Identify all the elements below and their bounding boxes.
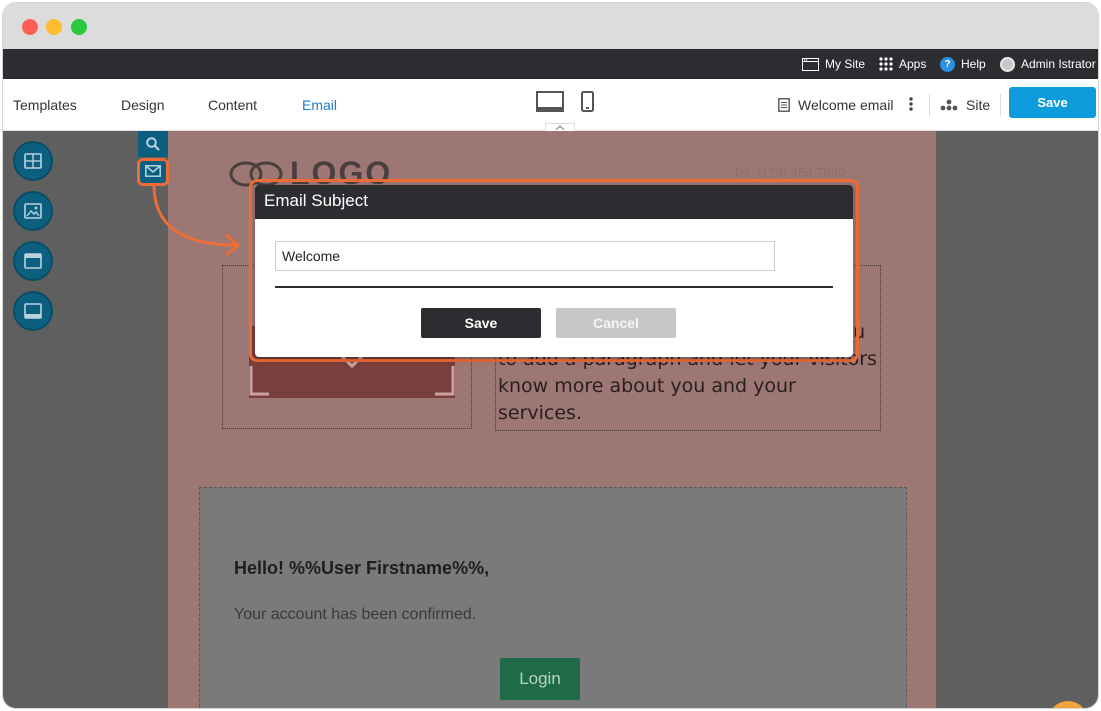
search-tool-button[interactable]	[138, 131, 168, 157]
apps-link[interactable]: Apps	[879, 49, 926, 79]
layout-tool-button[interactable]	[13, 141, 53, 181]
dialog-divider	[275, 286, 833, 288]
grid-icon	[879, 57, 893, 71]
help-label: Help	[961, 57, 986, 71]
page-selector[interactable]: Welcome email	[778, 79, 893, 131]
pointer-arrow-icon	[152, 184, 241, 257]
document-icon	[778, 98, 790, 112]
save-button[interactable]: Save	[1009, 87, 1096, 118]
email-subject-input[interactable]	[275, 241, 775, 271]
site-menu[interactable]: Site	[940, 79, 990, 131]
window-titlebar	[3, 3, 1098, 49]
image-tool-button[interactable]	[13, 191, 53, 231]
header-tool-button[interactable]	[13, 241, 53, 281]
editor-toolbar: Templates Design Content Email Welcome e…	[3, 79, 1098, 132]
tab-templates[interactable]: Templates	[13, 79, 77, 131]
tab-email[interactable]: Email	[302, 79, 337, 131]
site-label: Site	[966, 97, 991, 113]
browser-window-icon	[802, 57, 819, 71]
my-site-label: My Site	[825, 57, 866, 71]
more-options-icon[interactable]	[909, 97, 913, 111]
minimize-window-button[interactable]	[46, 19, 62, 35]
footer-block-icon	[24, 303, 42, 319]
page-name: Welcome email	[798, 97, 894, 113]
question-icon: ?	[940, 56, 955, 72]
user-name: Admin Istrator	[1021, 57, 1096, 71]
site-tree-icon	[940, 99, 958, 111]
tab-design[interactable]: Design	[121, 79, 165, 131]
toolbar-divider	[1000, 94, 1001, 116]
avatar-icon	[1000, 56, 1015, 72]
apps-label: Apps	[899, 57, 927, 71]
mobile-icon[interactable]	[581, 91, 594, 112]
confirmation-text: Your account has been confirmed.	[234, 606, 477, 623]
greeting-heading: Hello! %%User Firstname%%,	[234, 558, 490, 578]
dialog-title: Email Subject	[255, 185, 853, 219]
dialog-cancel-button[interactable]: Cancel	[556, 308, 676, 338]
login-button[interactable]: Login	[500, 658, 580, 700]
footer-tool-button[interactable]	[13, 291, 53, 331]
dialog-save-button[interactable]: Save	[421, 308, 541, 338]
help-bubble[interactable]	[1048, 701, 1088, 708]
desktop-icon[interactable]	[536, 91, 564, 113]
help-link[interactable]: ? Help	[940, 49, 986, 79]
browser-window: My Site Apps ? Help Admin Istrator Templ…	[2, 2, 1099, 709]
phone-number: Tel. (123) 456 7890	[733, 165, 846, 180]
header-block-icon	[24, 253, 42, 269]
search-icon	[146, 137, 160, 151]
layout-grid-icon	[24, 153, 42, 169]
content-section: Hello! %%User Firstname%%, Your account …	[199, 487, 907, 708]
highlight-marker	[137, 158, 169, 186]
image-icon	[24, 203, 42, 219]
email-subject-dialog: Email Subject Save Cancel	[255, 185, 853, 357]
toolbar-divider	[929, 94, 930, 116]
tab-content[interactable]: Content	[208, 79, 257, 131]
maximize-window-button[interactable]	[71, 19, 87, 35]
my-site-link[interactable]: My Site	[802, 49, 865, 79]
user-menu[interactable]: Admin Istrator	[1000, 49, 1096, 79]
admin-bar: My Site Apps ? Help Admin Istrator	[3, 49, 1098, 79]
close-window-button[interactable]	[22, 19, 38, 35]
